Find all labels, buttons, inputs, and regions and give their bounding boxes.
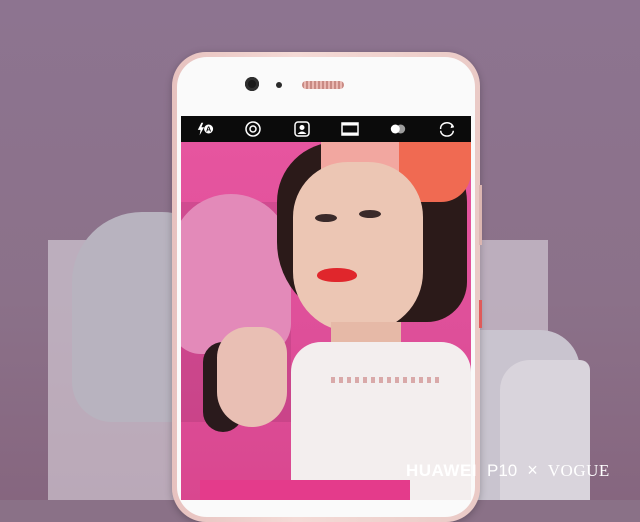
switch-camera-icon[interactable] (435, 119, 459, 139)
phone-screen: A (181, 116, 471, 500)
model-eye-left (315, 214, 337, 222)
flash-auto-icon[interactable]: A (193, 119, 217, 139)
filmstrip-icon[interactable] (338, 119, 362, 139)
camera-toolbar: A (181, 116, 471, 142)
brand-model: P10 (487, 461, 518, 480)
filters-icon[interactable] (386, 119, 410, 139)
earpiece-speaker (302, 81, 344, 89)
brand-lockup: HUAWEI P10 × VOGUE (406, 460, 610, 481)
power-button (479, 300, 482, 328)
brand-separator: × (527, 460, 538, 480)
portrait-mode-icon[interactable] (290, 119, 314, 139)
volume-button (479, 185, 482, 245)
aperture-icon[interactable] (241, 119, 265, 139)
model-eye-right (359, 210, 381, 218)
model-face-main (293, 162, 423, 332)
proximity-sensor-icon (276, 82, 282, 88)
brand-partner: VOGUE (547, 461, 610, 480)
foreground-pink-block (200, 480, 410, 500)
model-lips (317, 268, 357, 282)
model-face-left (217, 327, 287, 427)
svg-text:A: A (206, 125, 211, 134)
front-camera-icon (245, 77, 259, 91)
model-shirt-lace (331, 377, 441, 383)
camera-viewfinder[interactable] (181, 142, 471, 500)
brand-maker: HUAWEI (406, 461, 477, 480)
